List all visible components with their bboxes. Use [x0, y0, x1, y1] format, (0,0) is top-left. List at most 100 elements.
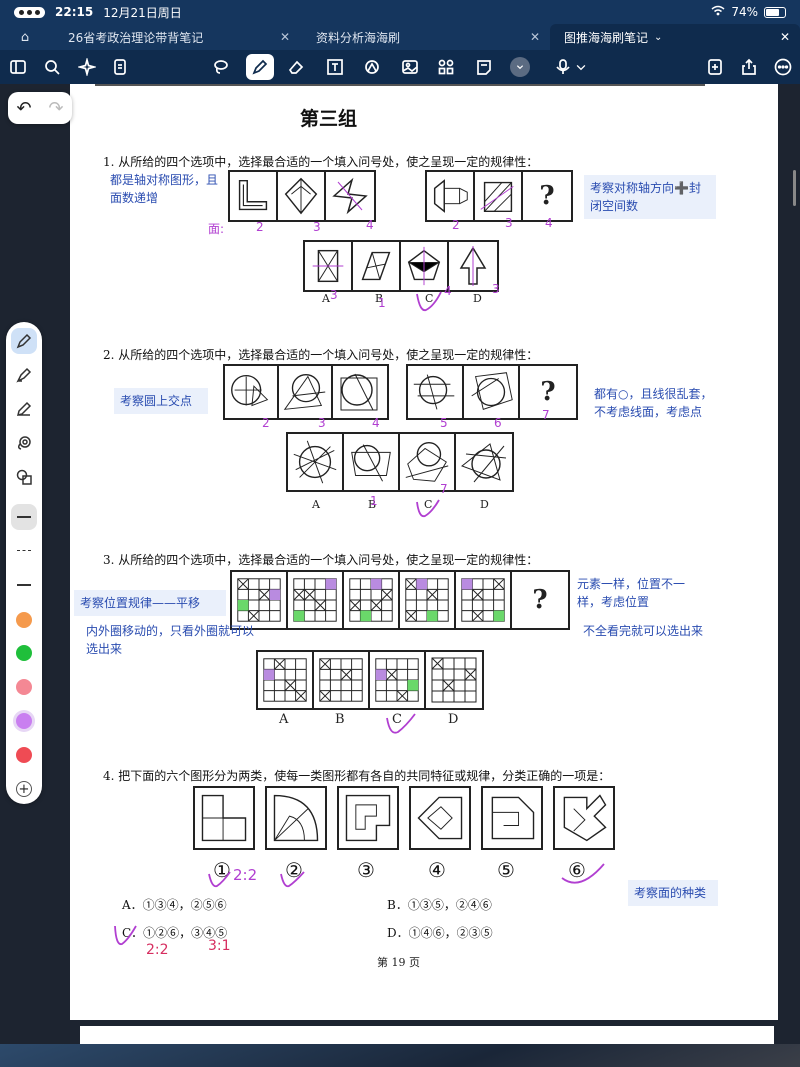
question-3: 3. 从所给的四个选项中，选择最合适的一个填入问号处，使之呈现一定的规律性： — [103, 553, 539, 567]
choice-b[interactable]: B．①③⑤，②④⑥ — [387, 896, 492, 913]
q2-sequence-left — [223, 364, 389, 420]
figure — [413, 374, 455, 410]
status-time: 22:15 — [55, 5, 94, 19]
redo-icon[interactable]: ↷ — [48, 98, 63, 119]
close-icon[interactable]: ✕ — [530, 30, 540, 44]
document-icon[interactable] — [109, 56, 131, 78]
image-icon[interactable] — [399, 56, 421, 78]
option-a-figure — [293, 440, 337, 484]
thick-line-icon[interactable] — [11, 504, 37, 530]
choice-a[interactable]: A．①③④，②⑤⑥ — [122, 896, 227, 913]
tab-bar: ⌂ 26省考政治理论带背笔记 ✕ 资料分析海海刷 ✕ 图推海海刷笔记 ⌄ ✕ — [0, 24, 800, 50]
battery-percent: 74% — [731, 5, 758, 19]
option-a-figure — [312, 249, 344, 283]
handwritten-mark: 4 — [372, 416, 380, 430]
handwritten-check — [208, 871, 231, 888]
handwritten-mark: 2 — [262, 416, 270, 430]
lasso-tool-icon[interactable] — [11, 430, 37, 456]
sticker-icon[interactable] — [435, 56, 457, 78]
tab-label: 26省考政治理论带背笔记 — [68, 30, 204, 45]
color-red[interactable] — [16, 747, 32, 763]
add-page-icon[interactable] — [704, 56, 726, 78]
tab-politics-notes[interactable]: 26省考政治理论带背笔记 ✕ — [50, 24, 300, 50]
chevron-down-icon[interactable] — [574, 56, 588, 78]
tab-data-analysis[interactable]: 资料分析海海刷 ✕ — [300, 24, 550, 50]
handwritten-mark: 3:1 — [208, 938, 231, 954]
handwritten-mark: 1 — [378, 296, 386, 310]
handwritten-mark: 3 — [492, 282, 500, 296]
annotation-note[interactable]: 考察位置规律——平移 — [74, 590, 226, 616]
annotation-note[interactable]: 都是轴对称图形，且面数递增 — [110, 171, 228, 207]
sparkle-icon[interactable] — [76, 56, 98, 78]
annotation-note[interactable]: 考察面的种类 — [628, 880, 718, 906]
annotation-note[interactable]: 内外圈移动的，只看外圈就可以选出来 — [86, 622, 262, 658]
figure — [340, 373, 378, 411]
color-pink[interactable] — [16, 679, 32, 695]
color-green[interactable] — [16, 645, 32, 661]
add-color-icon[interactable]: + — [11, 776, 37, 802]
lasso-icon[interactable] — [210, 56, 232, 78]
figure-1 — [201, 794, 247, 842]
option-label: A — [322, 292, 330, 305]
shape-icon[interactable] — [361, 56, 383, 78]
eraser-icon[interactable] — [285, 56, 307, 78]
q4-figures — [193, 786, 615, 850]
annotation-note[interactable]: 考察对称轴方向➕封闭空间数 — [584, 175, 716, 219]
choice-d[interactable]: D．①④⑥，②③⑤ — [387, 924, 493, 941]
question-2: 2. 从所给的四个选项中，选择最合适的一个填入问号处，使之呈现一定的规律性： — [103, 348, 539, 362]
handwritten-mark: 2:2 — [146, 942, 169, 958]
color-orange[interactable] — [16, 612, 32, 628]
more-circle-icon[interactable] — [510, 57, 530, 77]
handwritten-check — [416, 291, 442, 312]
pen-tool-icon[interactable] — [11, 328, 37, 354]
dashed-line-icon[interactable] — [11, 537, 37, 563]
chevron-down-icon[interactable]: ⌄ — [654, 32, 662, 43]
handwritten-mark: 4 — [545, 216, 553, 230]
home-icon[interactable]: ⌂ — [0, 30, 50, 45]
highlighter-icon[interactable] — [11, 362, 37, 388]
scrollbar[interactable] — [793, 170, 796, 206]
figure — [332, 177, 368, 215]
grid-figure — [405, 578, 449, 622]
figure — [283, 373, 326, 410]
undo-redo-box: ↶ ↷ — [8, 92, 72, 124]
wifi-icon — [711, 5, 725, 19]
annotation-note[interactable]: 元素一样，位置不一样，考虑位置 — [577, 575, 689, 611]
figure-label: ⑤ — [497, 858, 515, 882]
note-icon[interactable] — [473, 56, 495, 78]
shape-tool-icon[interactable] — [11, 464, 37, 490]
thin-line-icon[interactable] — [11, 572, 37, 598]
annotation-note[interactable]: 都有○，且线很乱套，不考虑线面，考虑点 — [594, 385, 720, 421]
tab-label: 图推海海刷笔记 — [564, 30, 649, 45]
battery-icon — [764, 6, 786, 18]
annotation-note[interactable]: 考察圆上交点 — [114, 388, 208, 414]
handwritten-mark: 面: — [208, 222, 225, 236]
handwritten-mark: 3 — [313, 220, 321, 234]
handwritten-check — [114, 925, 137, 946]
color-purple[interactable] — [16, 713, 32, 729]
share-icon[interactable] — [738, 56, 760, 78]
handwritten-mark: 4 — [366, 218, 374, 232]
grid-figure — [237, 578, 281, 622]
option-b-figure — [361, 251, 391, 281]
option-a-figure — [263, 658, 307, 702]
sidebar-icon[interactable] — [7, 56, 29, 78]
option-d-figure — [460, 443, 507, 483]
undo-icon[interactable]: ↶ — [16, 98, 31, 119]
q2-sequence-right: ? — [406, 364, 578, 420]
figure-5 — [491, 796, 535, 840]
multitask-dots-icon[interactable] — [14, 6, 45, 18]
tab-figure-reasoning[interactable]: 图推海海刷笔记 ⌄ ✕ — [550, 24, 800, 50]
mic-icon[interactable] — [552, 56, 574, 78]
handwritten-mark: 7 — [542, 408, 550, 422]
text-icon[interactable] — [324, 56, 346, 78]
option-label: A — [312, 498, 320, 511]
pen-icon[interactable] — [246, 54, 274, 80]
search-icon[interactable] — [41, 56, 63, 78]
close-icon[interactable]: ✕ — [780, 30, 790, 44]
more-icon[interactable] — [772, 56, 794, 78]
close-icon[interactable]: ✕ — [280, 30, 290, 44]
pencil-icon[interactable] — [11, 396, 37, 422]
next-page-edge — [80, 1026, 774, 1044]
annotation-note[interactable]: 不全看完就可以选出来 — [583, 622, 723, 640]
